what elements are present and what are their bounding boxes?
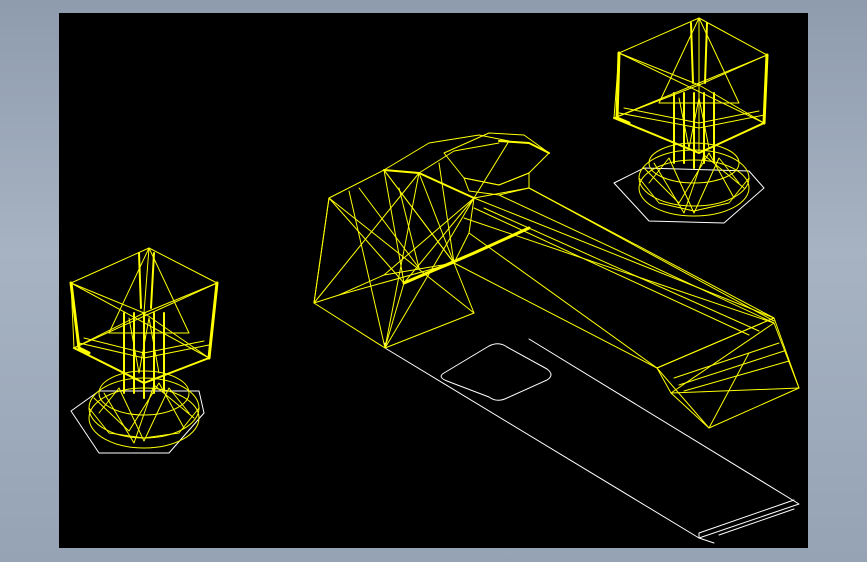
spout-base-plate[interactable] xyxy=(384,338,800,544)
cad-viewport[interactable] xyxy=(59,13,808,548)
wireframe-drawing xyxy=(69,17,800,544)
right-handle[interactable] xyxy=(613,17,769,224)
left-handle[interactable] xyxy=(69,247,219,454)
